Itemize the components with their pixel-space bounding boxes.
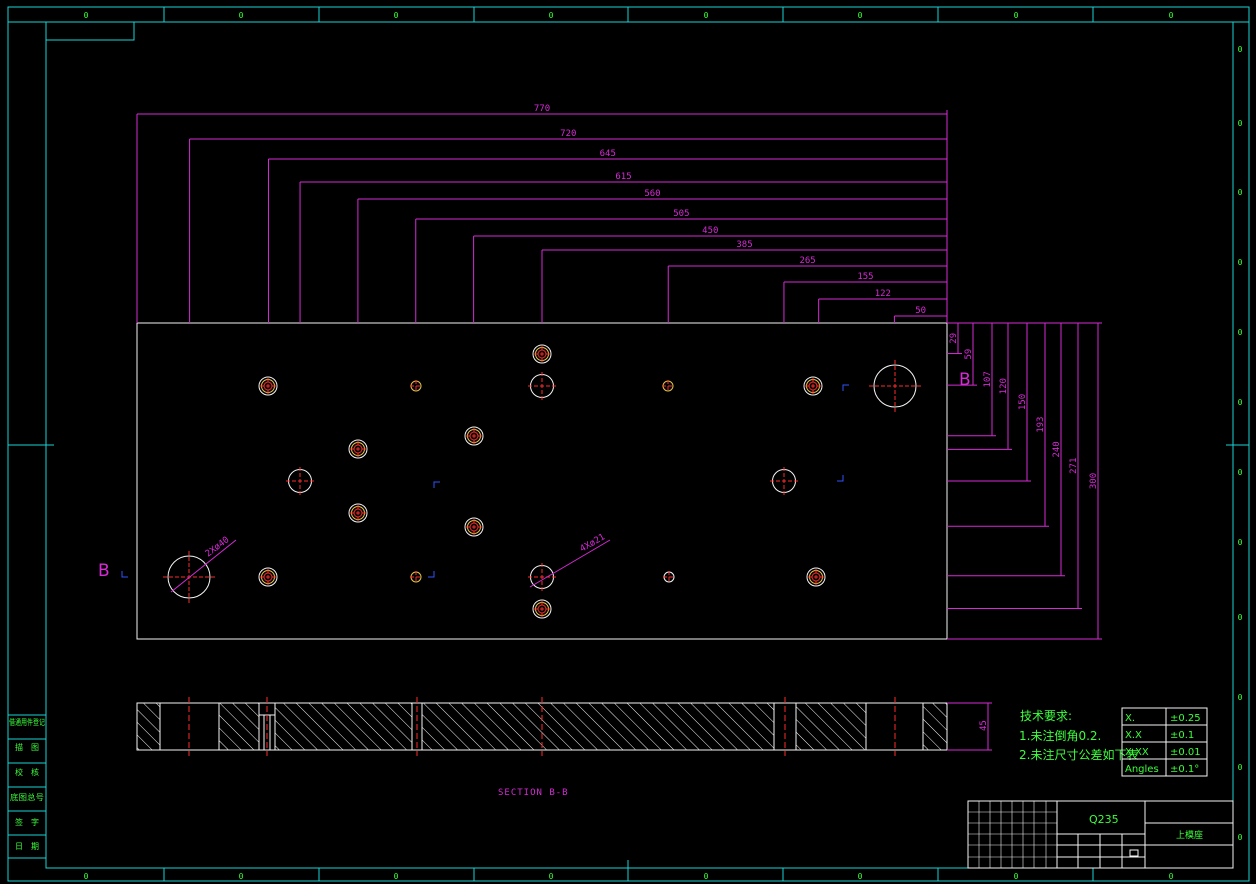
border-mark-right: 0 [1238, 258, 1243, 267]
right-dim-value: 300 [1089, 473, 1099, 489]
top-dim-value: 505 [673, 209, 689, 219]
border-mark-right: 0 [1238, 538, 1243, 547]
top-dim-value: 155 [857, 272, 873, 282]
border-mark-top: 0 [549, 11, 554, 20]
top-dim-value: 560 [644, 189, 660, 199]
side-table: 借通用件登记 描 图 校 核 底图总号 签 字 日 期 [7, 714, 47, 859]
top-dim-value: 615 [615, 172, 631, 182]
notes-line-2: 2.未注尺寸公差如下表 [1019, 747, 1138, 762]
tolerance-table: X. ±0.25 X.X ±0.1 X.XX ±0.01 Angles ±0.1… [1121, 707, 1208, 777]
top-dim-value: 645 [600, 149, 616, 159]
border-mark-bottom: 0 [549, 872, 554, 881]
top-dim-value: 122 [875, 289, 891, 299]
right-dim-value: 59 [964, 349, 974, 360]
border-mark-right: 0 [1238, 833, 1243, 842]
top-dimension-set: 770 720 645 615 560 505 450 385 265 155122 50 [136, 104, 948, 323]
tol-value-0: ±0.25 [1170, 713, 1201, 724]
right-dim-value: 150 [1018, 394, 1028, 410]
border-mark-top: 0 [704, 11, 709, 20]
right-dim-value: 29 [949, 333, 959, 344]
side-cell-0: 借通用件登记 [9, 717, 45, 727]
right-dim-value: 120 [999, 378, 1009, 394]
hole-pattern [163, 344, 921, 619]
right-dim-value: 271 [1069, 458, 1079, 474]
tol-value-2: ±0.01 [1170, 747, 1201, 758]
tol-label-1: X.X [1125, 730, 1142, 741]
side-cell-5: 日 期 [15, 842, 39, 851]
top-dim-value: 50 [915, 306, 926, 316]
border-mark-right: 0 [1238, 468, 1243, 477]
section-mark-left [121, 571, 128, 578]
border-mark-bottom: 0 [1169, 872, 1174, 881]
section-mark-right [842, 384, 849, 391]
section-title: SECTION B-B [498, 788, 569, 798]
tol-value-3: ±0.1° [1170, 764, 1199, 775]
section-label-right: B [959, 370, 971, 390]
plate-outline [136, 322, 948, 640]
border-mark-top: 0 [84, 11, 89, 20]
right-dim-value: 193 [1036, 417, 1046, 433]
border-mark-right: 0 [1238, 763, 1243, 772]
border-mark-right: 0 [1238, 45, 1243, 54]
border-mark-top: 0 [858, 11, 863, 20]
top-dim-value: 265 [799, 256, 815, 266]
border-mark-top: 0 [239, 11, 244, 20]
material: Q235 [1089, 813, 1119, 826]
top-dim-value: 450 [702, 226, 718, 236]
section-mark-mid-a [433, 481, 440, 488]
border-mark-bottom: 0 [858, 872, 863, 881]
border-mark-top: 0 [394, 11, 399, 20]
thickness-dim: 45 [979, 720, 989, 731]
section-mark-mid-b [837, 475, 844, 482]
border-mark-right: 0 [1238, 328, 1243, 337]
border-mark-right: 0 [1238, 693, 1243, 702]
border-mark-bottom: 0 [239, 872, 244, 881]
side-cell-3: 底图总号 [10, 792, 44, 802]
notes-line-1: 1.未注倒角0.2. [1019, 728, 1101, 743]
top-dim-value: 385 [736, 240, 752, 250]
border-mark-bottom: 0 [84, 872, 89, 881]
side-cell-4: 签 字 [15, 817, 39, 827]
border-mark-top: 0 [1014, 11, 1019, 20]
section-view [136, 697, 948, 756]
tol-label-2: X.XX [1125, 747, 1149, 758]
side-cell-2: 校 核 [15, 767, 39, 777]
notes-title: 技术要求: [1020, 709, 1072, 723]
part-name: 上模座 [1176, 829, 1203, 841]
side-cell-1: 描 图 [15, 742, 39, 752]
tol-label-3: Angles [1125, 764, 1159, 775]
hole-note-4x21: 4Xø21 [579, 532, 607, 554]
section-label-left: B [98, 561, 110, 581]
border-mark-right: 0 [1238, 119, 1243, 128]
border-mark-top: 0 [1169, 11, 1174, 20]
border-mark-right: 0 [1238, 613, 1243, 622]
tol-value-1: ±0.1 [1170, 730, 1194, 741]
tol-label-0: X. [1125, 713, 1135, 724]
border-mark-bottom: 0 [1014, 872, 1019, 881]
border-mark-bottom: 0 [704, 872, 709, 881]
top-dim-value: 720 [560, 129, 576, 139]
border-mark-bottom: 0 [394, 872, 399, 881]
cad-drawing: 0 0 0 0 0 0 0 0 0 0 0 0 0 0 0 0 0 0 0 0 0 0 0 0 0 0 0 0 770 720 645 61… [7, 6, 1250, 882]
right-dim-value: 107 [983, 371, 993, 387]
right-dim-value: 240 [1052, 441, 1062, 457]
title-stub [45, 21, 135, 41]
section-mark-mid-c [428, 571, 435, 578]
border-mark-right: 0 [1238, 188, 1243, 197]
top-dim-value: 770 [534, 104, 550, 114]
leader-2x40 [170, 539, 237, 593]
title-block: Q235 上模座 [967, 800, 1234, 869]
border-mark-right: 0 [1238, 398, 1243, 407]
